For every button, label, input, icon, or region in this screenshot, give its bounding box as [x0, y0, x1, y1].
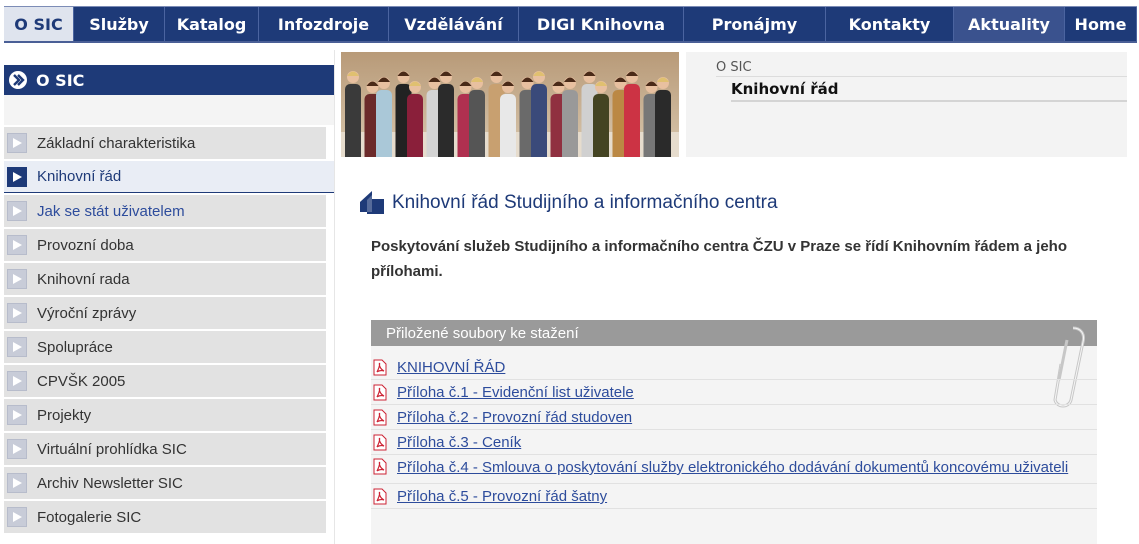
pdf-icon	[373, 488, 387, 505]
attachment-link[interactable]: Příloha č.3 - Ceník	[397, 434, 521, 451]
nav-item-katalog[interactable]: Katalog	[165, 7, 259, 41]
person-figure	[438, 84, 454, 157]
breadcrumb-current: Knihovní řád	[731, 80, 839, 98]
sidebar-item[interactable]: Spolupráce	[4, 331, 326, 363]
chevron-right-icon	[9, 71, 27, 89]
attachment-link[interactable]: Příloha č.2 - Provozní řád studoven	[397, 409, 632, 426]
play-arrow-icon	[7, 269, 27, 289]
play-arrow-icon	[7, 473, 27, 493]
play-arrow-icon	[7, 507, 27, 527]
person-figure	[407, 94, 423, 157]
attachment-item: KNIHOVNÍ ŘÁD	[371, 355, 1097, 380]
sidebar-item[interactable]: Fotogalerie SIC	[4, 501, 326, 533]
pdf-icon	[373, 409, 387, 426]
attachment-item: Příloha č.2 - Provozní řád studoven	[371, 405, 1097, 430]
sidebar-menu: Základní charakteristika Knihovní řád Jak …	[4, 127, 334, 535]
attachment-item: Příloha č.3 - Ceník	[371, 430, 1097, 455]
nav-item-kontakty[interactable]: Kontakty	[826, 7, 954, 41]
sidebar-item[interactable]: Archiv Newsletter SIC	[4, 467, 326, 499]
attachment-link[interactable]: KNIHOVNÍ ŘÁD	[397, 359, 505, 376]
sidebar-item-label: Výroční zprávy	[37, 304, 137, 322]
attachment-item: Příloha č.4 - Smlouva o poskytování služ…	[371, 455, 1097, 484]
nav-item-sluzby[interactable]: Služby	[74, 7, 165, 41]
sidebar-item-label: CPVŠK 2005	[37, 372, 126, 390]
sidebar-item-label: Archiv Newsletter SIC	[37, 474, 183, 492]
nav-item-aktuality[interactable]: Aktuality	[954, 7, 1065, 41]
person-figure	[500, 94, 516, 157]
sidebar-heading-label: O SIC	[36, 70, 85, 90]
sidebar-item[interactable]: Základní charakteristika	[4, 127, 326, 159]
sidebar-item-label: Fotogalerie SIC	[37, 508, 142, 526]
nav-item-vzdelavani[interactable]: Vzdělávání	[389, 7, 519, 41]
person-figure	[531, 84, 547, 157]
sidebar-item-label: Spolupráce	[37, 338, 113, 356]
pdf-icon	[373, 359, 387, 376]
person-figure	[469, 90, 485, 157]
play-arrow-icon	[7, 371, 27, 391]
nav-item-pronajmy[interactable]: Pronájmy	[684, 7, 826, 41]
play-arrow-icon	[7, 405, 27, 425]
sidebar-spacer	[4, 95, 334, 125]
play-arrow-icon	[7, 235, 27, 255]
breadcrumb: O SIC Knihovní řád	[686, 52, 1127, 157]
staff-group-photo	[341, 52, 679, 157]
attachment-link[interactable]: Příloha č.4 - Smlouva o poskytování služ…	[397, 459, 1068, 476]
intro-text: Poskytování služeb Studijního a informač…	[371, 238, 1067, 280]
sidebar-item-label: Knihovní řád	[37, 168, 122, 185]
attachment-item: Příloha č.5 - Provozní řád šatny	[371, 484, 1097, 509]
person-figure	[593, 94, 609, 157]
nav-item-digi-knihovna[interactable]: DIGI Knihovna	[519, 7, 684, 41]
play-arrow-icon	[7, 439, 27, 459]
attachments-heading: Přiložené soubory ke stažení	[371, 320, 1097, 346]
sidebar-item[interactable]: Jak se stát uživatelem	[4, 195, 326, 227]
pdf-icon	[373, 384, 387, 401]
person-figure	[655, 90, 671, 157]
play-arrow-icon	[7, 337, 27, 357]
nav-item-infozdroje[interactable]: Infozdroje	[259, 7, 389, 41]
person-figure	[624, 84, 640, 157]
sidebar-item-label: Jak se stát uživatelem	[37, 202, 185, 220]
attachment-link[interactable]: Příloha č.5 - Provozní řád šatny	[397, 488, 607, 505]
page-title: Knihovní řád Studijního a informačního c…	[392, 192, 778, 213]
sidebar-item[interactable]: Virtuální prohlídka SIC	[4, 433, 326, 465]
breadcrumb-parent[interactable]: O SIC	[716, 60, 752, 75]
sidebar-item[interactable]: Knihovní řád	[4, 161, 334, 193]
sidebar-item-label: Projekty	[37, 406, 92, 424]
nav-item-o-sic[interactable]: O SIC	[4, 7, 74, 41]
breadcrumb-divider	[716, 76, 1127, 77]
nav-item-home[interactable]: Home	[1065, 7, 1137, 41]
sidebar-item[interactable]: CPVŠK 2005	[4, 365, 326, 397]
sidebar-item[interactable]: Výroční zprávy	[4, 297, 326, 329]
attachment-item: Příloha č.1 - Evidenční list uživatele	[371, 380, 1097, 405]
breadcrumb-underline	[731, 100, 1127, 102]
sidebar-heading: O SIC	[4, 65, 334, 95]
sidebar-item-label: Knihovní rada	[37, 270, 130, 288]
attachments-list: KNIHOVNÍ ŘÁD Příloha č.1 - Evidenční list…	[371, 355, 1097, 509]
sidebar-item-label: Provozní doba	[37, 236, 134, 254]
sidebar-item[interactable]: Knihovní rada	[4, 263, 326, 295]
play-arrow-icon	[7, 201, 27, 221]
person-figure	[345, 84, 361, 157]
person-figure	[376, 90, 392, 157]
sidebar-divider	[334, 50, 335, 544]
play-arrow-icon	[7, 133, 27, 153]
sidebar-item[interactable]: Provozní doba	[4, 229, 326, 261]
pdf-icon	[373, 434, 387, 451]
page-title-icon	[360, 191, 384, 214]
play-arrow-icon	[7, 303, 27, 323]
person-figure	[562, 90, 578, 157]
pdf-icon	[373, 458, 387, 475]
play-arrow-icon	[7, 166, 27, 187]
top-navigation: O SIC Služby Katalog Infozdroje Vzdělávání DI…	[4, 6, 1137, 43]
sidebar-item[interactable]: Projekty	[4, 399, 326, 431]
sidebar-item-label: Základní charakteristika	[37, 134, 196, 152]
attachment-link[interactable]: Příloha č.1 - Evidenční list uživatele	[397, 384, 634, 401]
sidebar-item-label: Virtuální prohlídka SIC	[37, 440, 187, 458]
